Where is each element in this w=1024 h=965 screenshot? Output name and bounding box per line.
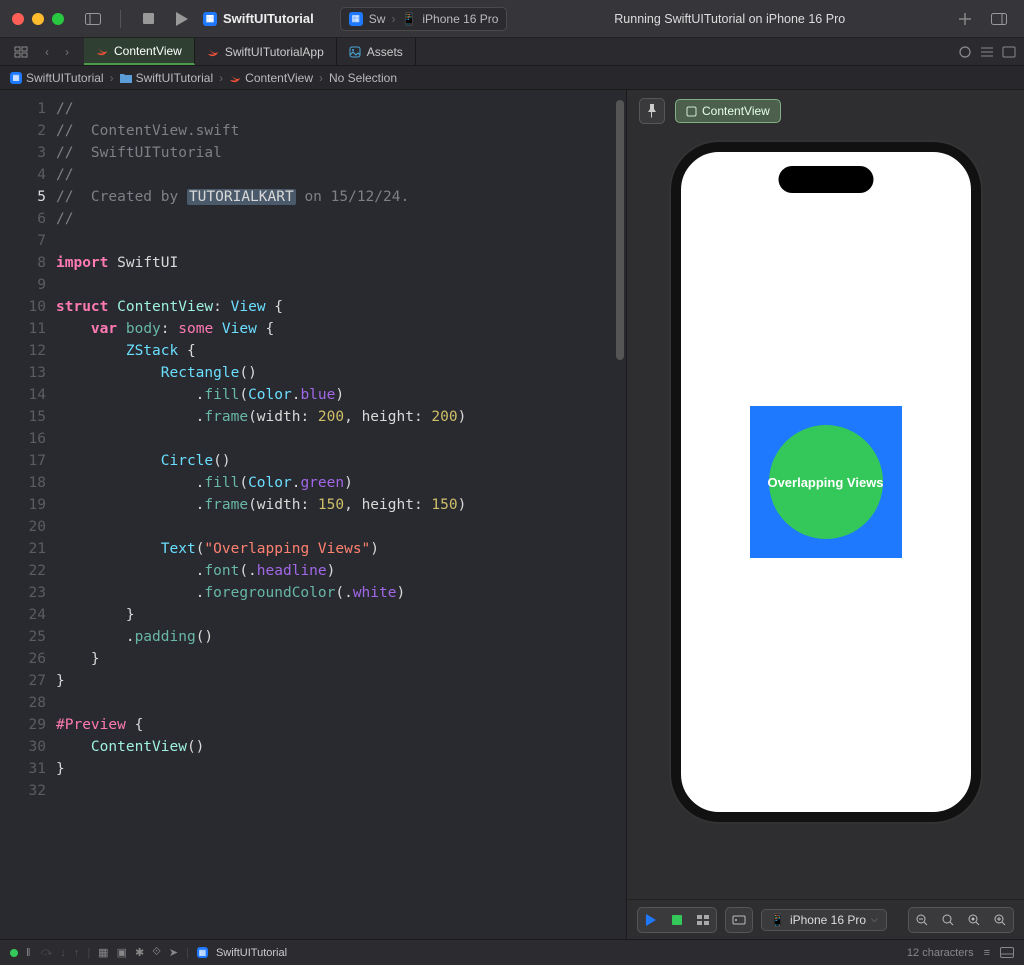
refresh-icon[interactable] [958, 45, 972, 59]
swift-icon [207, 46, 219, 58]
memory-graph-icon[interactable]: ▣ [117, 946, 127, 959]
preview-chip-icon [686, 106, 697, 117]
close-window-button[interactable] [12, 13, 24, 25]
scheme-app-icon: ▦ [349, 12, 363, 26]
crumb-label: No Selection [329, 71, 397, 85]
breadcrumb: ▦ SwiftUITutorial › SwiftUITutorial › Co… [0, 66, 1024, 90]
pin-preview-button[interactable] [639, 98, 665, 124]
debug-sep2: | [186, 947, 189, 959]
nav-back-button[interactable]: ‹ [38, 43, 56, 61]
line-endings-icon[interactable]: ≡ [984, 947, 990, 959]
preview-toolbar: 📱 iPhone 16 Pro ⌵ [627, 899, 1024, 939]
status-bar: ‖ ⤼ ↓ ↑ | ▦ ▣ ✱ ⟐ ➤ | ▦ SwiftUITutorial … [0, 939, 1024, 965]
dynamic-island [778, 166, 873, 193]
tab-label: Assets [367, 45, 403, 59]
device-frame: Overlapping Views [671, 142, 981, 822]
minimize-window-button[interactable] [32, 13, 44, 25]
window-titlebar: ▦ SwiftUITutorial ▦ Sw › 📱 iPhone 16 Pro… [0, 0, 1024, 38]
phone-icon: 📱 [770, 913, 785, 927]
project-name-label: SwiftUITutorial [223, 11, 314, 26]
variants-button[interactable] [690, 908, 716, 932]
zoom-reset-button[interactable] [935, 908, 961, 932]
device-selector[interactable]: 📱 iPhone 16 Pro ⌵ [761, 909, 887, 931]
pause-debug-icon[interactable]: ‖ [26, 947, 33, 959]
scheme-selector[interactable]: ▦ Sw › 📱 iPhone 16 Pro [340, 7, 508, 31]
crumb-folder[interactable]: SwiftUITutorial [120, 71, 214, 85]
phone-icon: 📱 [401, 12, 416, 26]
editor-scrollbar[interactable] [614, 90, 626, 939]
zstack-content: Overlapping Views [750, 406, 902, 558]
zoom-out-button[interactable] [909, 908, 935, 932]
env-overrides-icon[interactable]: ✱ [135, 946, 144, 959]
crumb-label: SwiftUITutorial [136, 71, 214, 85]
preview-canvas[interactable]: Overlapping Views [627, 132, 1024, 899]
zoom-group [908, 907, 1014, 933]
running-indicator-icon [10, 949, 18, 957]
folder-icon [120, 73, 132, 83]
crumb-label: ContentView [245, 71, 313, 85]
step-into-icon[interactable]: ↓ [60, 947, 66, 959]
zoom-fit-button[interactable] [961, 908, 987, 932]
step-out-icon[interactable]: ↑ [74, 947, 80, 959]
preview-mode-group [637, 907, 717, 933]
debug-sep: | [87, 947, 90, 959]
scrollbar-thumb[interactable] [616, 100, 624, 360]
main-split: 1234567891011121314151617181920212223242… [0, 90, 1024, 939]
app-icon: ▦ [197, 947, 208, 958]
editor-options-icon[interactable] [1002, 46, 1016, 58]
scheme-device-label: iPhone 16 Pro [422, 12, 498, 26]
traffic-lights [12, 13, 64, 25]
device-settings-button[interactable] [725, 907, 753, 933]
project-title[interactable]: ▦ SwiftUITutorial [203, 11, 314, 26]
live-preview-button[interactable] [638, 908, 664, 932]
line-gutter: 1234567891011121314151617181920212223242… [0, 90, 56, 939]
run-button[interactable] [169, 8, 195, 30]
app-icon: ▦ [203, 12, 217, 26]
view-debug-icon[interactable]: ▦ [98, 946, 108, 959]
preview-chip-label: ContentView [702, 104, 770, 118]
swift-icon [96, 45, 108, 57]
simulate-location-icon[interactable]: ⟐ [152, 946, 161, 959]
code-area[interactable]: //// ContentView.swift// SwiftUITutorial… [56, 90, 626, 939]
swift-icon [229, 72, 241, 84]
editor-tabbar: ‹ › ContentView SwiftUITutorialApp Asset… [0, 38, 1024, 66]
scheme-app-label: Sw [369, 12, 386, 26]
assets-icon [349, 46, 361, 58]
overlap-text: Overlapping Views [767, 475, 883, 490]
library-button[interactable] [986, 8, 1012, 30]
app-icon: ▦ [10, 72, 22, 84]
tab-label: ContentView [114, 44, 182, 58]
tab-swiftuitutorialapp[interactable]: SwiftUITutorialApp [195, 38, 337, 65]
tab-contentview[interactable]: ContentView [84, 38, 195, 65]
zoom-in-button[interactable] [987, 908, 1013, 932]
activity-status: Running SwiftUITutorial on iPhone 16 Pro [515, 12, 944, 26]
preview-header: ContentView [627, 90, 1024, 132]
bottom-panel-icon[interactable] [1000, 947, 1014, 958]
crumb-label: SwiftUITutorial [26, 71, 104, 85]
zoom-window-button[interactable] [52, 13, 64, 25]
device-selector-label: iPhone 16 Pro [790, 913, 866, 927]
status-project-label: SwiftUITutorial [216, 947, 287, 959]
navigator-toggle-icon[interactable] [80, 8, 106, 30]
code-editor[interactable]: 1234567891011121314151617181920212223242… [0, 90, 626, 939]
status-text: Running SwiftUITutorial on iPhone 16 Pro [614, 12, 845, 26]
adjust-editor-icon[interactable] [980, 46, 994, 58]
selectable-preview-button[interactable] [664, 908, 690, 932]
chevron-down-icon: ⌵ [871, 914, 878, 925]
tab-label: SwiftUITutorialApp [225, 45, 324, 59]
chars-label: 12 characters [907, 947, 974, 959]
preview-pane: ContentView Overlapping Views [626, 90, 1024, 939]
stop-button[interactable] [135, 8, 161, 30]
related-items-icon[interactable] [8, 41, 34, 63]
tab-assets[interactable]: Assets [337, 38, 416, 65]
step-over-icon[interactable]: ⤼ [41, 946, 53, 959]
crumb-selection[interactable]: No Selection [329, 71, 397, 85]
crumb-file[interactable]: ContentView [229, 71, 313, 85]
preview-chip[interactable]: ContentView [675, 99, 781, 123]
crumb-project[interactable]: ▦ SwiftUITutorial [10, 71, 104, 85]
location-icon[interactable]: ➤ [169, 946, 178, 959]
add-tab-button[interactable] [952, 8, 978, 30]
nav-forward-button[interactable]: › [58, 43, 76, 61]
